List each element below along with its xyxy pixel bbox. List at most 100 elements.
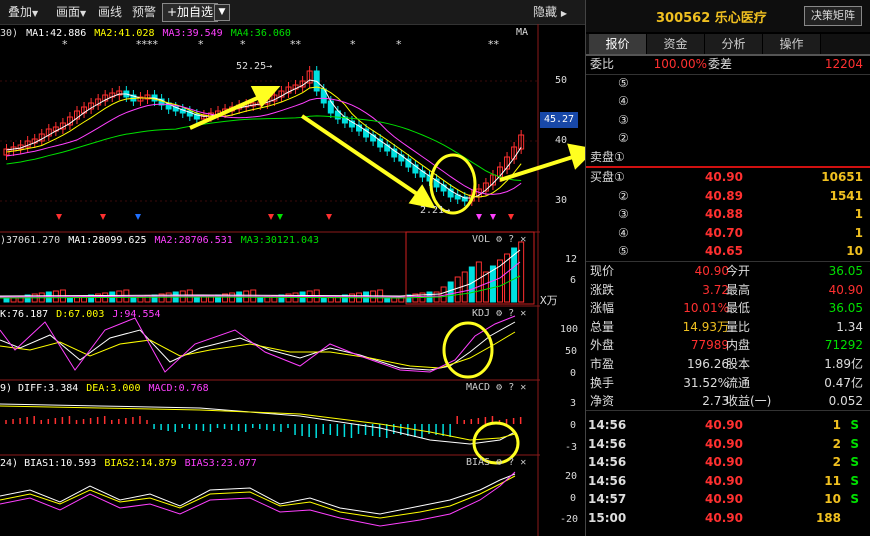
volume-bar — [447, 281, 454, 303]
stock-title: 300562 乐心医疗 — [656, 11, 767, 26]
quote-row: 净资 2.73 收益(一) 0.052 — [590, 394, 863, 409]
quote-row: 涨幅 10.01% 最低 36.05 — [590, 301, 863, 316]
tick-row[interactable]: 15:00 40.90 188 — [586, 509, 870, 527]
quote-row: 外盘 77989 内盘 71292 — [590, 338, 863, 353]
current-price-tag: 45.27 — [540, 112, 578, 128]
gear-icon[interactable]: ⚙ — [496, 457, 502, 468]
svg-text:*: * — [350, 38, 356, 51]
svg-text:**: ** — [290, 38, 302, 51]
volume-bars — [0, 241, 525, 303]
kdj-axis-0: 0 — [570, 368, 577, 379]
quote-row: 市盈 196.26 股本 1.89亿 — [590, 357, 863, 371]
buy-row[interactable]: ⑤ 40.65 10 — [586, 242, 870, 260]
arrow-head-right — [567, 143, 585, 170]
svg-text:*: * — [240, 38, 246, 51]
volume-header: )37061.270 MA1:28099.625 MA2:28706.531 MA3:… — [0, 235, 320, 246]
bias-axis-20: 20 — [565, 471, 578, 482]
bias2-line — [0, 475, 516, 519]
volume-bar — [200, 296, 207, 303]
chart-canvas: * **** * * ** * * ** — [0, 24, 585, 536]
tick-row[interactable]: 14:56 40.90 11 S — [586, 472, 870, 490]
d-line — [0, 331, 516, 369]
close-icon[interactable]: ✕ — [520, 382, 526, 393]
gear-icon[interactable]: ⚙ — [496, 308, 502, 319]
tab-funds[interactable]: 资金 — [647, 34, 705, 54]
sell-row[interactable]: 卖盘① — [586, 148, 870, 166]
buy-row[interactable]: ④ 40.70 1 — [586, 224, 870, 242]
stock-header: 300562 乐心医疗 决策矩阵 — [586, 0, 870, 32]
tick-row[interactable]: 14:56 40.90 2 S — [586, 453, 870, 471]
price-axis-50: 50 — [555, 75, 568, 86]
macd-series — [0, 403, 522, 445]
bias-axis-minus20: -20 — [560, 514, 579, 525]
volume-bar — [384, 297, 391, 303]
volume-bar — [130, 297, 137, 303]
quote-panel: 300562 乐心医疗 决策矩阵 报价 资金 分析 操作 委比 100.00% … — [585, 0, 870, 536]
vol-ma1 — [0, 249, 521, 297]
volume-bar — [66, 297, 73, 303]
quote-row: 涨跌 3.72 最高 40.90 — [590, 282, 863, 297]
signal-stars: * **** * * ** * * ** — [62, 38, 500, 51]
bias3-line — [0, 471, 516, 527]
kdj-tag: KDJ ⚙ ? ✕ — [472, 308, 527, 319]
macd-axis-minus3: -3 — [565, 442, 578, 453]
tick-row[interactable]: 14:57 40.90 10 S — [586, 490, 870, 508]
volume-bar — [454, 276, 461, 303]
volume-bar — [320, 297, 327, 303]
buy-row[interactable]: 买盘① 40.90 10651 — [586, 168, 870, 186]
help-icon[interactable]: ? — [508, 457, 514, 468]
kdj-lines — [0, 315, 516, 373]
volume-bar — [3, 297, 10, 303]
tab-quote[interactable]: 报价 — [589, 34, 647, 54]
close-icon[interactable]: ✕ — [520, 308, 526, 319]
close-icon[interactable]: ✕ — [520, 457, 526, 468]
tick-row[interactable]: 14:56 40.90 2 S — [586, 435, 870, 453]
bias-header: 24) BIAS1:10.593 BIAS2:14.879 BIAS3:23.077 — [0, 458, 257, 469]
price-axis-30: 30 — [555, 195, 568, 206]
volume-bar — [257, 297, 264, 303]
chart-area[interactable]: 叠加▼ 画面▼ 画线 预警 +加自选 ▼ 隐藏 ▶ 30) MA1:42.886 M… — [0, 0, 585, 536]
svg-text:*: * — [62, 38, 68, 51]
ma4-line — [6, 115, 522, 182]
tick-row[interactable]: 14:56 40.90 1 S — [586, 416, 870, 434]
vol-unit: X万 — [540, 294, 558, 307]
gear-icon[interactable]: ⚙ — [496, 382, 502, 393]
macd-tag: MACD ⚙ ? ✕ — [466, 382, 527, 393]
bias-axis-0: 0 — [570, 493, 577, 504]
vol-ma2 — [0, 261, 521, 298]
svg-text:*: * — [198, 38, 204, 51]
tab-operate[interactable]: 操作 — [763, 34, 821, 54]
sell-row[interactable]: ⑤ — [586, 74, 870, 92]
macd-axis-0: 0 — [570, 420, 577, 431]
help-icon[interactable]: ? — [508, 308, 514, 319]
svg-text:*: * — [396, 38, 402, 51]
sell-row[interactable]: ④ — [586, 92, 870, 110]
volume-bar — [193, 297, 200, 303]
vol-tag: VOL ⚙ ? ✕ — [472, 234, 527, 245]
buy-row[interactable]: ② 40.89 1541 — [586, 187, 870, 205]
quote-tabs: 报价 资金 分析 操作 — [586, 34, 870, 56]
order-ratio-row: 委比 100.00% 委差 12204 — [590, 57, 863, 71]
price-axis-40: 40 — [555, 135, 568, 146]
decision-matrix-button[interactable]: 决策矩阵 — [804, 6, 862, 26]
svg-text:**: ** — [488, 38, 500, 51]
help-icon[interactable]: ? — [508, 234, 514, 245]
help-icon[interactable]: ? — [508, 382, 514, 393]
gear-icon[interactable]: ⚙ — [496, 234, 502, 245]
kdj-axis-50: 50 — [565, 346, 578, 357]
j-line — [0, 315, 516, 373]
volume-bar — [482, 271, 489, 303]
buy-row[interactable]: ③ 40.88 1 — [586, 205, 870, 223]
close-icon[interactable]: ✕ — [520, 234, 526, 245]
quote-row: 换手 31.52% 流通 0.47亿 — [590, 375, 863, 390]
quote-row: 总量 14.93万 量比 1.34 — [590, 319, 863, 334]
sell-row[interactable]: ② — [586, 129, 870, 147]
low-price-label: 2.21→ — [420, 205, 451, 216]
volume-bar — [475, 261, 482, 303]
vol-axis-12: 12 — [565, 254, 578, 265]
quote-row: 现价 40.90 今开 36.05 — [590, 264, 863, 278]
vol-axis-6: 6 — [570, 275, 577, 286]
sell-row[interactable]: ③ — [586, 111, 870, 129]
tab-analysis[interactable]: 分析 — [705, 34, 763, 54]
kdj-axis-100: 100 — [560, 324, 579, 335]
